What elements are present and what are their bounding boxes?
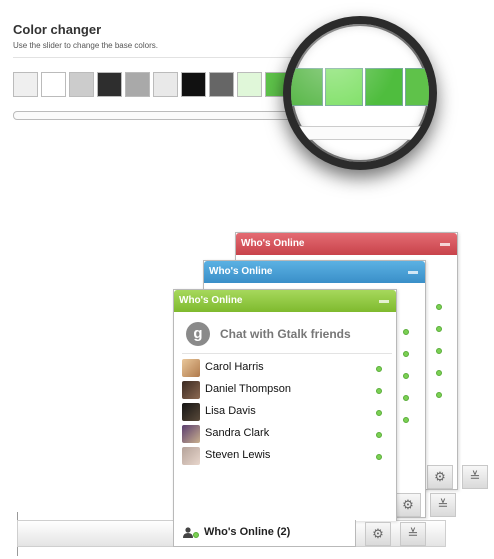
color-swatch[interactable] [209,72,234,97]
online-status-dot [436,304,442,310]
online-status-dot [436,326,442,332]
gear-icon[interactable]: ⚙ [427,465,453,489]
color-swatch[interactable] [181,72,206,97]
gtalk-icon: g [186,322,210,346]
panel-header[interactable]: Who's Online [236,233,457,255]
minimize-icon[interactable] [440,243,450,246]
color-swatch[interactable] [237,72,262,97]
avatar [182,425,200,443]
gear-icon[interactable]: ⚙ [395,493,421,517]
contact-item[interactable]: Carol Harris [182,358,392,378]
online-status-dot [376,432,382,438]
contact-item[interactable]: Sandra Clark [182,424,392,444]
panel-header[interactable]: Who's Online [204,261,425,283]
color-swatch[interactable] [97,72,122,97]
contact-item[interactable]: Steven Lewis [182,446,392,466]
page-subtitle: Use the slider to change the base colors… [13,41,158,50]
contact-name: Lisa Davis [205,405,256,417]
gtalk-label: Chat with Gtalk friends [220,327,351,341]
gtalk-chat-button[interactable]: g Chat with Gtalk friends [182,319,392,349]
contact-name: Steven Lewis [205,449,271,461]
avatar [182,447,200,465]
color-swatch[interactable] [13,72,38,97]
page-title: Color changer [13,22,102,37]
avatar [182,359,200,377]
gear-icon[interactable]: ⚙ [365,522,391,546]
color-swatch[interactable] [125,72,150,97]
magnifier-lens [283,16,437,170]
avatar [182,403,200,421]
online-status-dot [436,392,442,398]
double-chevron-down-icon[interactable]: ≚ [400,522,426,546]
user-icon [183,527,193,538]
online-status-dot [376,410,382,416]
avatar [182,381,200,399]
panel-title: Who's Online [179,295,243,306]
online-status-dot [403,373,409,379]
online-status-dot [403,417,409,423]
online-status-dot [403,395,409,401]
double-chevron-down-icon[interactable]: ≚ [462,465,488,489]
whos-online-label: Who's Online (2) [204,526,291,538]
online-status-dot [376,388,382,394]
contact-item[interactable]: Lisa Davis [182,402,392,422]
divider [13,57,293,58]
contact-name: Carol Harris [205,361,264,373]
color-swatch[interactable] [41,72,66,97]
panel-title: Who's Online [241,238,305,249]
online-status-dot [436,370,442,376]
online-status-dot [193,532,199,538]
online-status-dot [403,351,409,357]
online-status-dot [376,366,382,372]
online-status-dot [436,348,442,354]
contact-name: Sandra Clark [205,427,270,439]
panel-header[interactable]: Who's Online [174,290,396,312]
color-swatch[interactable] [69,72,94,97]
minimize-icon[interactable] [379,300,389,303]
online-status-dot [376,454,382,460]
online-status-dot [403,329,409,335]
whos-online-tab[interactable]: Who's Online (2) [173,520,356,547]
divider [182,353,392,354]
color-slider[interactable] [13,111,305,120]
minimize-icon[interactable] [408,271,418,274]
contact-item[interactable]: Daniel Thompson [182,380,392,400]
panel-title: Who's Online [209,266,273,277]
color-swatch[interactable] [153,72,178,97]
double-chevron-down-icon[interactable]: ≚ [430,493,456,517]
chat-panel-green: Who's Online g Chat with Gtalk friends C… [173,289,397,521]
contact-name: Daniel Thompson [205,383,292,395]
